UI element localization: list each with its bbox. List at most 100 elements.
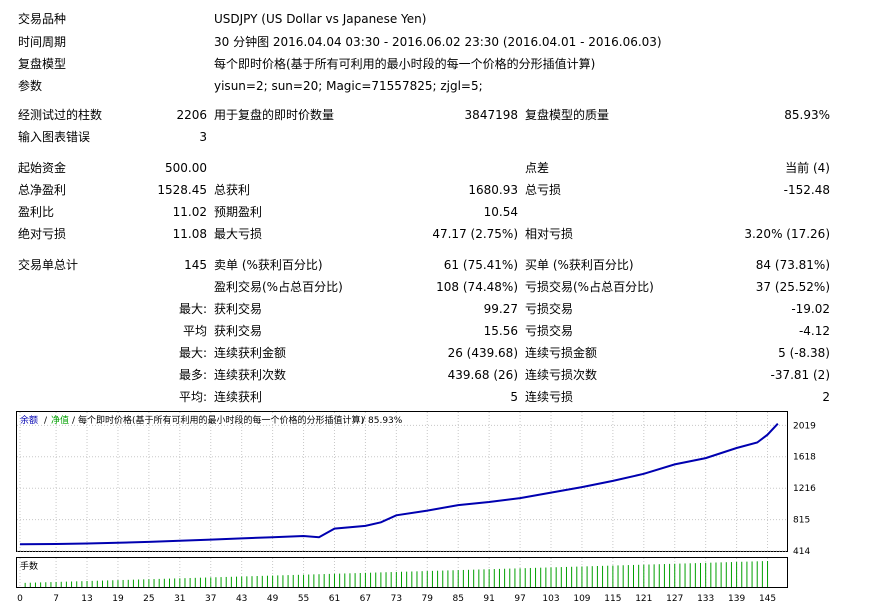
errors-label: 输入图表错误 bbox=[18, 130, 91, 144]
profit-factor-label: 盈利比 bbox=[18, 205, 55, 219]
params-value: yisun=2; sun=20; Magic=71557825; zjgl=5; bbox=[214, 79, 483, 93]
y-tick-label: 414 bbox=[793, 547, 810, 557]
average-loss-label: 亏损交易 bbox=[525, 324, 574, 338]
net-profit-value: 1528.45 bbox=[157, 183, 207, 197]
x-tick-label: 55 bbox=[298, 594, 309, 601]
total-trades-label: 交易单总计 bbox=[18, 258, 79, 272]
x-tick-label: 31 bbox=[174, 594, 185, 601]
quality-label: 复盘模型的质量 bbox=[525, 108, 610, 122]
spread-value: 当前 (4) bbox=[785, 161, 830, 175]
short-trades-label: 卖单 (%获利百分比) bbox=[214, 258, 323, 272]
largest-profit-label: 获利交易 bbox=[214, 302, 263, 316]
gross-profit-value: 1680.93 bbox=[468, 183, 518, 197]
initial-deposit-value: 500.00 bbox=[165, 161, 207, 175]
max-consec-loss-value: -37.81 (2) bbox=[770, 368, 831, 382]
average-profit-label: 获利交易 bbox=[214, 324, 263, 338]
rel-drawdown-value: 3.20% (17.26) bbox=[744, 227, 830, 241]
period-label: 时间周期 bbox=[18, 35, 67, 49]
model-label: 复盘模型 bbox=[18, 57, 67, 71]
most-prefix: 最多: bbox=[178, 368, 207, 382]
x-tick-label: 79 bbox=[422, 594, 434, 601]
expected-payoff-value: 10.54 bbox=[483, 205, 518, 219]
short-trades-value: 61 (75.41%) bbox=[443, 258, 518, 272]
x-tick-label: 109 bbox=[573, 594, 590, 601]
x-tick-label: 91 bbox=[483, 594, 494, 601]
x-tick-label: 13 bbox=[81, 594, 92, 601]
max-consec-wins-label: 连续获利金额 bbox=[214, 346, 287, 360]
abs-drawdown-label: 绝对亏损 bbox=[18, 227, 67, 241]
max-prefix: 最大: bbox=[178, 346, 207, 360]
symbol-value: USDJPY (US Dollar vs Japanese Yen) bbox=[214, 12, 427, 26]
x-tick-label: 121 bbox=[635, 594, 652, 601]
avg-consec-wins-value: 5 bbox=[510, 390, 518, 404]
x-tick-label: 25 bbox=[143, 594, 154, 601]
total-trades-value: 145 bbox=[184, 258, 207, 272]
largest-profit-value: 99.27 bbox=[483, 302, 518, 316]
abs-drawdown-value: 11.08 bbox=[172, 227, 207, 241]
x-tick-label: 139 bbox=[728, 594, 745, 601]
profit-factor-value: 11.02 bbox=[172, 205, 207, 219]
gross-loss-label: 总亏损 bbox=[525, 183, 562, 197]
x-tick-label: 115 bbox=[604, 594, 621, 601]
legend-quality: 85.93% bbox=[368, 416, 403, 426]
legend-balance: 余额 bbox=[20, 414, 38, 426]
bars-value: 2206 bbox=[176, 108, 207, 122]
avg-consec-losses-label: 连续亏损 bbox=[525, 390, 574, 404]
x-tick-label: 73 bbox=[391, 594, 402, 601]
avg-consec-losses-value: 2 bbox=[822, 390, 830, 404]
x-tick-label: 0 bbox=[17, 594, 23, 601]
net-profit-label: 总净盈利 bbox=[18, 183, 67, 197]
period-value: 30 分钟图 2016.04.04 03:30 - 2016.06.02 23:… bbox=[214, 35, 662, 49]
ticks-value: 3847198 bbox=[464, 108, 518, 122]
legend-equity: 净值 bbox=[51, 414, 69, 426]
x-tick-label: 97 bbox=[514, 594, 525, 601]
y-tick-label: 815 bbox=[793, 516, 810, 526]
model-value: 每个即时价格(基于所有可利用的最小时段的每一个价格的分形插值计算) bbox=[214, 57, 596, 71]
gross-loss-value: -152.48 bbox=[783, 183, 830, 197]
profit-trades-value: 108 (74.48%) bbox=[436, 280, 518, 294]
legend-model-text: 每个即时价格(基于所有可利用的最小时段的每一个价格的分形插值计算) bbox=[78, 414, 364, 426]
balance-chart: 414 815 1216 1618 2019 0 7 13 19 25 31 37 43 49 55 61 6… bbox=[16, 411, 816, 601]
max-drawdown-label: 最大亏损 bbox=[214, 227, 263, 241]
x-tick-label: 43 bbox=[236, 594, 247, 601]
bars-label: 经测试过的柱数 bbox=[18, 108, 103, 122]
x-tick-label: 37 bbox=[205, 594, 216, 601]
max-consec-profit-value: 439.68 (26) bbox=[447, 368, 518, 382]
x-tick-label: 67 bbox=[360, 594, 371, 601]
max-consec-wins-value: 26 (439.68) bbox=[447, 346, 518, 360]
spread-label: 点差 bbox=[525, 161, 550, 175]
largest-loss-label: 亏损交易 bbox=[525, 302, 574, 316]
x-tick-label: 103 bbox=[542, 594, 559, 601]
y-tick-labels: 414 815 1216 1618 2019 bbox=[793, 421, 816, 557]
largest-prefix: 最大: bbox=[178, 302, 207, 316]
errors-value: 3 bbox=[199, 130, 207, 144]
average-prefix: 平均 bbox=[182, 324, 207, 338]
x-tick-label: 19 bbox=[112, 594, 124, 601]
max-drawdown-value: 47.17 (2.75%) bbox=[432, 227, 518, 241]
gross-profit-label: 总获利 bbox=[214, 183, 251, 197]
average-loss-value: -4.12 bbox=[798, 324, 830, 338]
average-profit-value: 15.56 bbox=[483, 324, 518, 338]
y-tick-label: 1618 bbox=[793, 453, 816, 463]
symbol-label: 交易品种 bbox=[18, 12, 67, 26]
params-label: 参数 bbox=[18, 79, 43, 93]
x-tick-label: 133 bbox=[697, 594, 714, 601]
avg-prefix: 平均: bbox=[178, 390, 207, 404]
x-tick-label: 61 bbox=[329, 594, 340, 601]
loss-trades-label: 亏损交易(%占总百分比) bbox=[525, 280, 654, 294]
max-consec-loss-label: 连续亏损次数 bbox=[525, 368, 598, 382]
max-consec-losses-label: 连续亏损金额 bbox=[525, 346, 598, 360]
avg-consec-wins-label: 连续获利 bbox=[214, 390, 263, 404]
rel-drawdown-label: 相对亏损 bbox=[525, 227, 574, 241]
expected-payoff-label: 预期盈利 bbox=[214, 205, 263, 219]
initial-deposit-label: 起始资金 bbox=[18, 161, 67, 175]
x-tick-label: 49 bbox=[267, 594, 279, 601]
long-trades-label: 买单 (%获利百分比) bbox=[525, 258, 634, 272]
quality-value: 85.93% bbox=[784, 108, 830, 122]
long-trades-value: 84 (73.81%) bbox=[755, 258, 830, 272]
x-tick-label: 127 bbox=[666, 594, 683, 601]
max-consec-profit-label: 连续获利次数 bbox=[214, 368, 287, 382]
profit-trades-label: 盈利交易(%占总百分比) bbox=[214, 280, 343, 294]
x-tick-label: 7 bbox=[53, 594, 59, 601]
volume-label: 手数 bbox=[20, 560, 38, 572]
